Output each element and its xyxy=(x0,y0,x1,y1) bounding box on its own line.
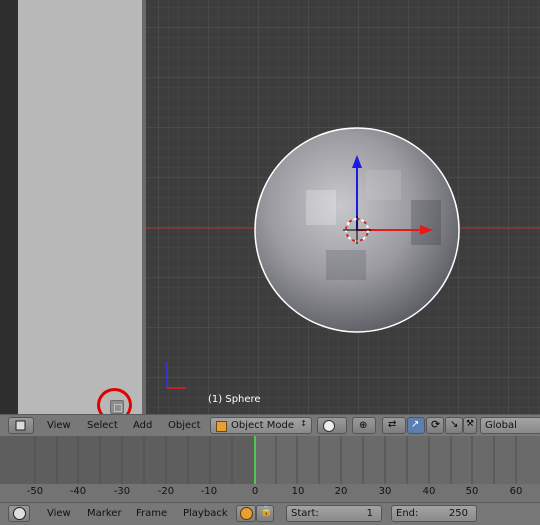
ruler-tick: 40 xyxy=(422,486,436,497)
3d-viewport[interactable] xyxy=(146,0,540,414)
mode-select[interactable]: Object Mode ↕ xyxy=(210,417,312,434)
ruler-tick-current: 0 xyxy=(251,486,259,497)
manipulator-icon: ⇄ xyxy=(388,419,397,430)
menu-playback[interactable]: Playback xyxy=(183,508,228,519)
menu-frame[interactable]: Frame xyxy=(136,508,167,519)
scale-toggle[interactable]: ↘ xyxy=(445,417,463,434)
end-frame-value: 250 xyxy=(448,508,468,519)
timeline-area[interactable] xyxy=(0,436,540,484)
timeline-header: View Marker Frame Playback 🔒 Start: 1 En… xyxy=(0,502,540,525)
tool-shelf-panel[interactable] xyxy=(18,0,142,414)
start-frame-field[interactable]: Start: 1 xyxy=(286,505,382,522)
ruler-tick: 20 xyxy=(334,486,348,497)
scale-icon: ↘ xyxy=(450,419,459,430)
timeline-editor-type-button[interactable] xyxy=(8,505,30,522)
ruler-tick: 30 xyxy=(378,486,392,497)
start-frame-label: Start: xyxy=(291,508,319,519)
shading-sphere-icon xyxy=(323,420,335,432)
updown-icon: ↕ xyxy=(300,419,307,428)
manipulator-toggle[interactable]: ⇄ xyxy=(382,417,406,434)
viewport-header: View Select Add Object Object Mode ↕ ⊕ ⇄… xyxy=(0,414,540,437)
keying-button[interactable] xyxy=(236,505,256,522)
end-frame-field[interactable]: End: 250 xyxy=(391,505,477,522)
ruler-tick: 10 xyxy=(291,486,305,497)
lock-button[interactable]: 🔒 xyxy=(256,505,274,522)
rotate-icon: ⟳ xyxy=(431,418,441,431)
translate-toggle[interactable]: ↗ xyxy=(407,417,425,434)
ruler-tick: 50 xyxy=(465,486,479,497)
timeline-grid xyxy=(34,436,517,484)
editor-type-button[interactable] xyxy=(8,417,34,434)
wrench-icon: ⚒ xyxy=(466,419,475,429)
ruler-tick: -20 xyxy=(157,486,175,497)
rotate-toggle[interactable]: ⟳ xyxy=(426,417,444,434)
ruler-tick: -10 xyxy=(200,486,218,497)
cube-icon xyxy=(15,420,26,431)
keying-icon xyxy=(240,507,253,520)
ruler-tick: -40 xyxy=(69,486,87,497)
lock-icon: 🔒 xyxy=(260,506,273,517)
viewport-scene xyxy=(146,127,540,389)
clock-icon xyxy=(13,507,26,520)
menu-marker[interactable]: Marker xyxy=(87,508,122,519)
orientation-label: Global xyxy=(485,420,517,431)
orientation-select[interactable]: Global xyxy=(480,417,540,434)
ruler-tick: -50 xyxy=(26,486,44,497)
viewport-shading-button[interactable] xyxy=(317,417,347,434)
ruler-tick: -30 xyxy=(113,486,131,497)
pivot-icon: ⊕ xyxy=(359,420,368,431)
end-frame-label: End: xyxy=(396,508,419,519)
menu-select[interactable]: Select xyxy=(87,420,118,431)
wrench-toggle[interactable]: ⚒ xyxy=(463,417,477,434)
menu-add[interactable]: Add xyxy=(133,420,152,431)
menu-view[interactable]: View xyxy=(47,508,71,519)
menu-object[interactable]: Object xyxy=(168,420,201,431)
start-frame-value: 1 xyxy=(366,508,373,519)
ruler-tick: 60 xyxy=(509,486,523,497)
frame-ruler[interactable]: -50 -40 -30 -20 -10 0 10 20 30 40 50 60 xyxy=(0,484,540,502)
menu-view[interactable]: View xyxy=(47,420,71,431)
pivot-point-button[interactable]: ⊕ xyxy=(352,417,376,434)
left-window-edge xyxy=(0,0,18,414)
mode-select-label: Object Mode xyxy=(231,420,294,431)
active-object-label: (1) Sphere xyxy=(208,394,261,405)
translate-arrow-icon: ↗ xyxy=(411,419,420,430)
object-mode-icon xyxy=(216,421,227,432)
